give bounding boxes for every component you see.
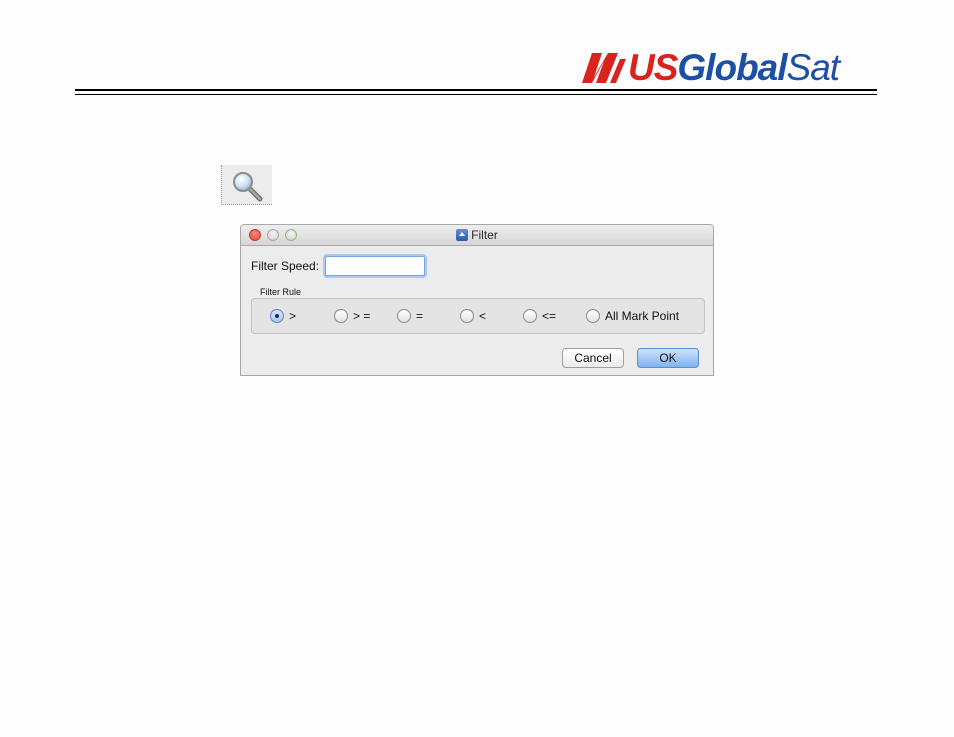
app-icon — [456, 229, 469, 241]
header-rule — [75, 89, 877, 91]
radio-label-all-mark-point: All Mark Point — [605, 309, 680, 323]
radio-button[interactable] — [397, 309, 411, 323]
filter-speed-row: Filter Speed: — [251, 255, 426, 277]
radio-label-lte: <= — [542, 309, 557, 323]
radio-label-gte: > = — [353, 309, 371, 323]
logo-text-sat: Sat — [786, 47, 841, 88]
radio-option-eq[interactable]: = — [397, 309, 423, 323]
radio-option-lte[interactable]: <= — [523, 309, 556, 323]
radio-button[interactable] — [334, 309, 348, 323]
radio-button-checked[interactable] — [270, 309, 284, 323]
filter-rule-group: > > = = < <= All Mark Point — [251, 298, 705, 334]
filter-speed-input[interactable] — [325, 256, 426, 276]
dialog-titlebar: Filter — [241, 225, 713, 246]
search-button[interactable] — [221, 165, 272, 205]
cancel-button[interactable]: Cancel — [562, 348, 624, 368]
filter-speed-label: Filter Speed: — [251, 259, 320, 273]
ok-button[interactable]: OK — [637, 348, 699, 368]
header-rule-thin — [75, 94, 877, 95]
radio-option-lt[interactable]: < — [460, 309, 486, 323]
logo-text-us: US — [628, 47, 678, 88]
dialog-title-text: Filter — [471, 228, 498, 242]
radio-button[interactable] — [460, 309, 474, 323]
logo-text-global: Global — [677, 47, 787, 88]
radio-label-gt: > — [289, 309, 297, 323]
filter-rule-label: Filter Rule — [260, 287, 302, 297]
radio-button[interactable] — [523, 309, 537, 323]
logo-mark-icon — [582, 53, 626, 83]
dialog-title: Filter — [241, 228, 713, 242]
radio-button[interactable] — [586, 309, 600, 323]
radio-option-gt[interactable]: > — [270, 309, 296, 323]
magnifier-icon — [233, 172, 263, 202]
usglobalsat-logo: US Global Sat — [580, 47, 841, 88]
radio-option-all-mark-point[interactable]: All Mark Point — [586, 309, 679, 323]
filter-dialog: Filter Filter Speed: Filter Rule > > = =… — [240, 224, 714, 376]
radio-label-eq: = — [416, 309, 424, 323]
radio-option-gte[interactable]: > = — [334, 309, 370, 323]
radio-label-lt: < — [479, 309, 487, 323]
